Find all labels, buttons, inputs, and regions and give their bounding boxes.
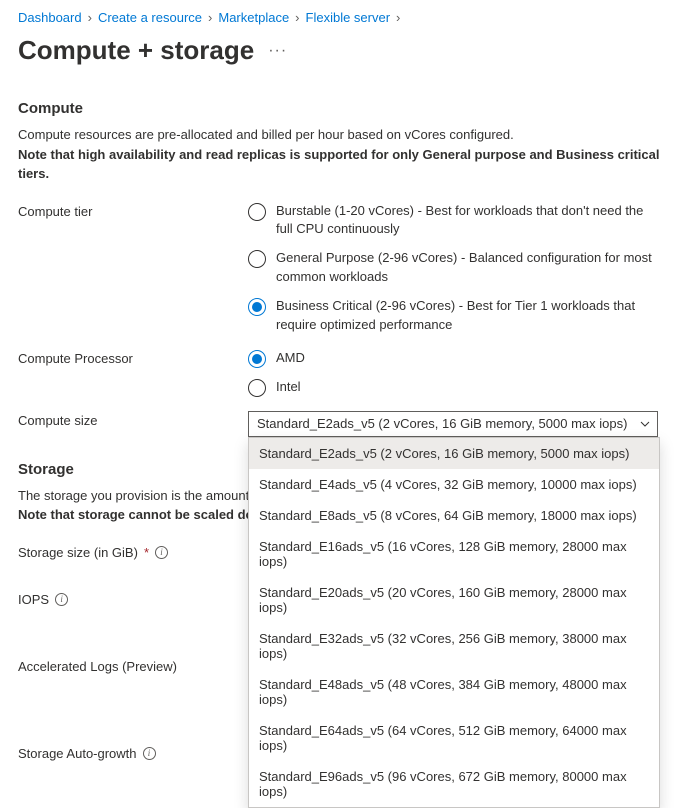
radio-icon	[248, 379, 266, 397]
compute-size-option[interactable]: Standard_E2ads_v5 (2 vCores, 16 GiB memo…	[249, 438, 659, 469]
radio-label: General Purpose (2-96 vCores) - Balanced…	[276, 249, 664, 287]
chevron-right-icon: ›	[88, 10, 92, 25]
compute-size-option[interactable]: Standard_E48ads_v5 (48 vCores, 384 GiB m…	[249, 669, 659, 715]
compute-size-dropdown: Standard_E2ads_v5 (2 vCores, 16 GiB memo…	[248, 437, 660, 808]
accelerated-logs-label: Accelerated Logs (Preview)	[18, 657, 248, 674]
compute-tier-burstable[interactable]: Burstable (1-20 vCores) - Best for workl…	[248, 202, 664, 240]
info-icon[interactable]: i	[143, 747, 156, 760]
breadcrumb-item-create-resource[interactable]: Create a resource	[98, 10, 202, 25]
radio-icon	[248, 298, 266, 316]
breadcrumb: Dashboard › Create a resource › Marketpl…	[18, 10, 664, 25]
compute-size-option[interactable]: Standard_E64ads_v5 (64 vCores, 512 GiB m…	[249, 715, 659, 761]
compute-size-label: Compute size	[18, 411, 248, 428]
more-actions-button[interactable]: ···	[268, 43, 287, 59]
compute-size-select[interactable]: Standard_E2ads_v5 (2 vCores, 16 GiB memo…	[248, 411, 658, 437]
compute-size-option[interactable]: Standard_E8ads_v5 (8 vCores, 64 GiB memo…	[249, 500, 659, 531]
compute-processor-amd[interactable]: AMD	[248, 349, 664, 368]
info-icon[interactable]: i	[55, 593, 68, 606]
compute-size-option[interactable]: Standard_E16ads_v5 (16 vCores, 128 GiB m…	[249, 531, 659, 577]
compute-description: Compute resources are pre-allocated and …	[18, 125, 664, 184]
radio-label: Intel	[276, 378, 311, 397]
compute-size-option[interactable]: Standard_E32ads_v5 (32 vCores, 256 GiB m…	[249, 623, 659, 669]
radio-label: Burstable (1-20 vCores) - Best for workl…	[276, 202, 664, 240]
compute-size-option[interactable]: Standard_E20ads_v5 (20 vCores, 160 GiB m…	[249, 577, 659, 623]
storage-size-label: Storage size (in GiB) * i	[18, 543, 248, 560]
radio-icon	[248, 350, 266, 368]
required-indicator: *	[144, 545, 149, 560]
chevron-right-icon: ›	[295, 10, 299, 25]
compute-size-option[interactable]: Standard_E96ads_v5 (96 vCores, 672 GiB m…	[249, 761, 659, 807]
chevron-right-icon: ›	[396, 10, 400, 25]
info-icon[interactable]: i	[155, 546, 168, 559]
compute-processor-label: Compute Processor	[18, 349, 248, 366]
breadcrumb-item-flexible-server[interactable]: Flexible server	[306, 10, 391, 25]
compute-tier-radio-group: Burstable (1-20 vCores) - Best for workl…	[248, 202, 664, 335]
iops-label: IOPS i	[18, 590, 248, 607]
compute-tier-label: Compute tier	[18, 202, 248, 219]
breadcrumb-item-marketplace[interactable]: Marketplace	[218, 10, 289, 25]
compute-size-selected-text: Standard_E2ads_v5 (2 vCores, 16 GiB memo…	[257, 416, 627, 431]
radio-icon	[248, 203, 266, 221]
compute-heading: Compute	[18, 100, 664, 117]
compute-size-option[interactable]: Standard_E4ads_v5 (4 vCores, 32 GiB memo…	[249, 469, 659, 500]
compute-tier-general-purpose[interactable]: General Purpose (2-96 vCores) - Balanced…	[248, 249, 664, 287]
chevron-down-icon	[639, 418, 651, 430]
radio-label: AMD	[276, 349, 315, 368]
breadcrumb-item-dashboard[interactable]: Dashboard	[18, 10, 82, 25]
radio-icon	[248, 250, 266, 268]
compute-tier-business-critical[interactable]: Business Critical (2-96 vCores) - Best f…	[248, 297, 664, 335]
storage-auto-growth-label: Storage Auto-growth i	[18, 744, 248, 761]
radio-label: Business Critical (2-96 vCores) - Best f…	[276, 297, 664, 335]
compute-processor-radio-group: AMD Intel	[248, 349, 664, 397]
page-title: Compute + storage	[18, 35, 254, 66]
compute-processor-intel[interactable]: Intel	[248, 378, 664, 397]
chevron-right-icon: ›	[208, 10, 212, 25]
